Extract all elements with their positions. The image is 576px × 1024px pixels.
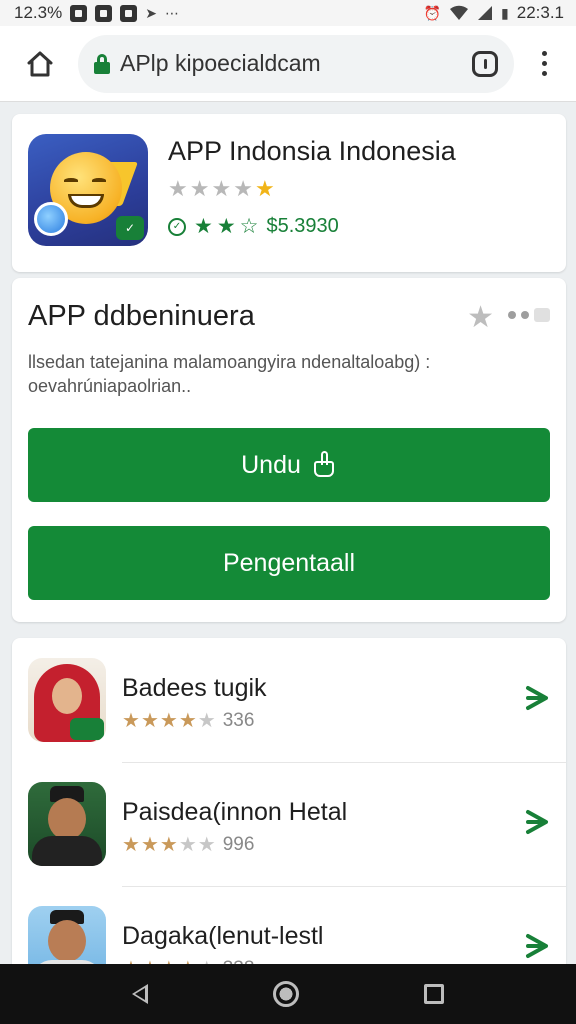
app-detail-card: APP ddbeninuera ★ llsedan tatejanina mal…	[12, 278, 566, 622]
favorite-star-icon[interactable]: ★	[467, 300, 494, 335]
list-item[interactable]: Badees tugik ★ ★ ★ ★ ★ 336	[12, 638, 566, 762]
list-item-name: Dagaka(lenut-lestl	[122, 922, 324, 950]
notification-box-icon	[70, 4, 88, 22]
arrow-right-icon[interactable]	[524, 932, 552, 960]
list-item-rating: ★ ★ ★ ★ ★ 996	[122, 833, 255, 857]
star-icon: ★	[168, 176, 188, 201]
verified-badge-icon: ✓	[116, 216, 144, 240]
status-bar: 12.3% ➤ ⋯ ⏰ ▮ 22:3.1	[0, 0, 576, 26]
hand-tap-icon	[311, 451, 337, 479]
dots-icon: ⋯	[164, 4, 179, 21]
app-title: APP Indonsia Indonesia	[168, 136, 456, 166]
battery-icon: ▮	[501, 4, 509, 21]
star-icon: ★	[194, 215, 213, 238]
home-circle-icon[interactable]	[272, 981, 299, 1007]
lock-icon	[94, 53, 110, 74]
home-button[interactable]	[12, 36, 68, 92]
list-item-name: Badees tugik	[122, 674, 267, 702]
app-price: $5.3930	[266, 215, 339, 237]
avatar	[28, 658, 106, 742]
status-bar-left: 12.3% ➤ ⋯	[14, 3, 179, 23]
app-icon[interactable]: ✓	[28, 134, 148, 246]
status-time: 22:3.1	[516, 3, 564, 22]
download-button[interactable]: Undu	[28, 428, 550, 502]
arrow-right-icon[interactable]	[524, 684, 552, 712]
system-navigation-bar	[0, 964, 576, 1024]
more-options-icon[interactable]	[508, 308, 550, 322]
app-price-row: ✓ ★ ★ ☆ $5.3930	[168, 214, 339, 239]
url-text: APlp kipoecialdcam	[120, 50, 321, 76]
notification-box-icon	[95, 4, 113, 22]
rating-count: 336	[222, 709, 255, 731]
app-header-card: ✓ APP Indonsia Indonesia ★ ★ ★ ★ ★ ✓ ★ ★…	[12, 114, 566, 272]
browser-toolbar: APlp kipoecialdcam	[0, 26, 576, 102]
recent-apps-icon[interactable]	[423, 984, 444, 1004]
detail-description: llsedan tatejanina malamoangyira ndenalt…	[28, 352, 431, 396]
list-item[interactable]: Paisdea(innon Hetal ★ ★ ★ ★ ★ 996	[12, 762, 566, 886]
list-item-rating: ★ ★ ★ ★ ★ 336	[122, 709, 255, 733]
overflow-menu-button[interactable]	[524, 36, 564, 92]
detail-title: APP ddbeninuera	[28, 300, 255, 332]
arrow-right-icon[interactable]	[524, 808, 552, 836]
install-button-label: Pengentaall	[222, 548, 356, 577]
related-apps-list: Badees tugik ★ ★ ★ ★ ★ 336 Paisdea(innon Het…	[12, 638, 566, 978]
app-rating-stars: ★ ★ ★ ★ ★	[168, 176, 275, 202]
tab-switcher-icon[interactable]	[472, 50, 498, 77]
list-item-name: Paisdea(innon Hetal	[122, 798, 348, 826]
alarm-icon: ⏰	[423, 4, 442, 21]
star-icon: ★	[189, 176, 210, 201]
status-bar-right: ⏰ ▮ 22:3.1	[424, 3, 564, 23]
avatar	[28, 782, 106, 866]
wifi-icon	[450, 5, 469, 21]
arrow-icon: ➤	[145, 4, 157, 21]
download-button-label: Undu	[241, 450, 301, 479]
star-icon: ★	[211, 176, 232, 201]
back-icon[interactable]	[132, 984, 149, 1004]
check-circle-icon: ✓	[168, 217, 186, 236]
status-left-text: 12.3%	[14, 3, 63, 22]
home-icon	[27, 51, 53, 76]
url-bar[interactable]: APlp kipoecialdcam	[78, 34, 514, 93]
star-icon: ★	[233, 176, 253, 201]
rating-count: 996	[222, 833, 255, 855]
star-icon: ★	[254, 176, 275, 201]
star-half-icon: ☆	[239, 215, 259, 238]
install-button[interactable]: Pengentaall	[28, 526, 550, 600]
star-icon: ★	[216, 215, 236, 238]
notification-box-icon	[120, 4, 138, 22]
signal-icon	[478, 6, 493, 20]
